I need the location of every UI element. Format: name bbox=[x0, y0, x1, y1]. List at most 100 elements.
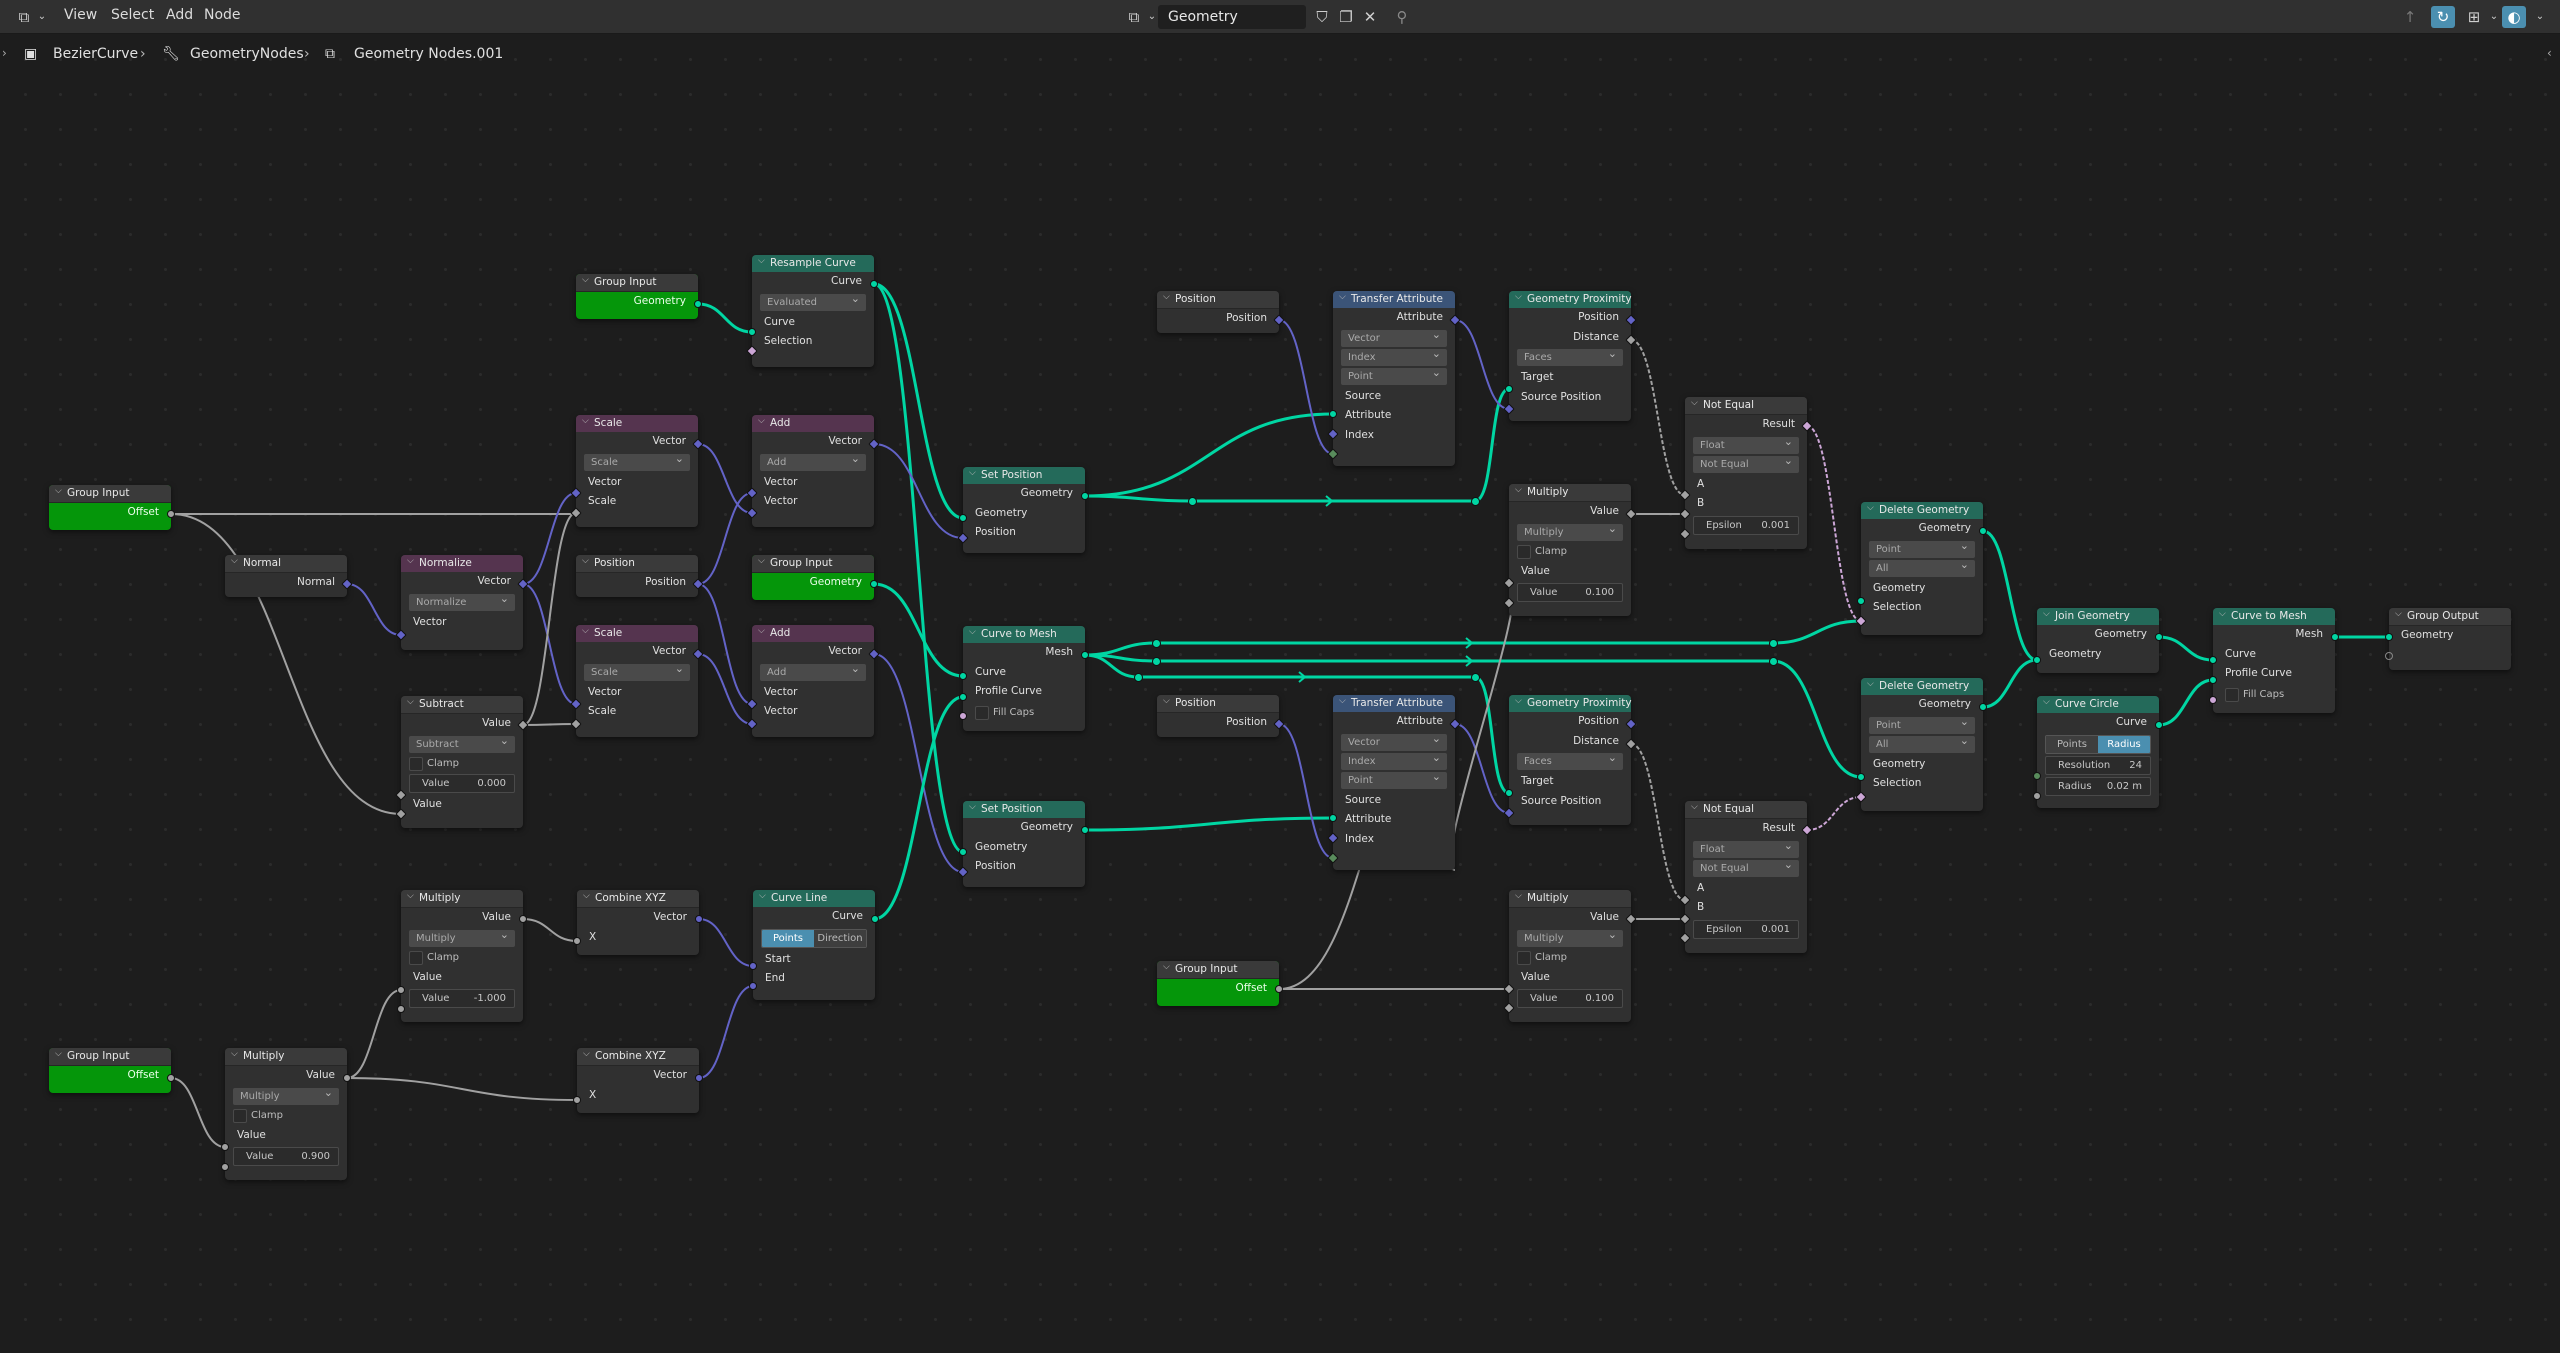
reroute-node[interactable] bbox=[1133, 672, 1143, 682]
value-field[interactable]: Value 0.100 bbox=[1517, 583, 1623, 602]
node-combine-xyz[interactable]: Combine XYZ Vector X bbox=[577, 1046, 699, 1113]
node-not-equal[interactable]: Not Equal Result Float Not Equal A B Eps… bbox=[1685, 395, 1807, 549]
menu-node[interactable]: Node bbox=[204, 7, 241, 23]
collapse-panel-icon[interactable]: ‹ bbox=[2547, 46, 2552, 60]
node-canvas[interactable] bbox=[0, 34, 2560, 1353]
socket-empty[interactable] bbox=[2385, 652, 2393, 660]
socket-flt[interactable] bbox=[167, 510, 175, 518]
fake-user-shield-icon[interactable]: ⛉ bbox=[1310, 6, 1334, 28]
mode-dropdown[interactable]: Evaluated bbox=[760, 290, 866, 311]
radius-field[interactable]: Radius 0.02 m bbox=[2045, 776, 2151, 796]
socket-vec[interactable] bbox=[695, 915, 703, 923]
node-group-input-offset[interactable]: Group Input Offset bbox=[1157, 959, 1279, 1006]
socket-geo[interactable] bbox=[959, 693, 967, 701]
sidebar-toggle-icon[interactable]: › bbox=[2, 46, 7, 60]
operation-dropdown[interactable]: Multiply bbox=[1517, 520, 1623, 541]
node-header[interactable]: Curve to Mesh bbox=[963, 624, 1085, 643]
socket-flt[interactable] bbox=[397, 1005, 405, 1013]
node-geometry-proximity[interactable]: Geometry Proximity Position Distance Fac… bbox=[1509, 693, 1632, 825]
node-header[interactable]: Not Equal bbox=[1685, 395, 1807, 415]
operation-dropdown[interactable]: Add bbox=[760, 660, 866, 681]
socket-flt[interactable] bbox=[1275, 985, 1283, 993]
node-not-equal[interactable]: Not Equal Result Float Not Equal A B Eps… bbox=[1685, 799, 1807, 953]
node-multiply[interactable]: Multiply Value Multiply Clamp Value Valu… bbox=[1509, 888, 1631, 1022]
mode-dropdown[interactable]: All bbox=[1869, 732, 1975, 753]
clamp-checkbox[interactable]: Clamp bbox=[1517, 543, 1623, 560]
node-header[interactable]: Curve to Mesh bbox=[2213, 606, 2335, 625]
node-header[interactable]: Position bbox=[576, 553, 698, 573]
mode-dropdown[interactable]: All bbox=[1869, 556, 1975, 577]
domain-dropdown[interactable]: Point bbox=[1341, 768, 1447, 789]
reroute-node[interactable] bbox=[1768, 656, 1778, 666]
node-header[interactable]: Group Input bbox=[49, 1046, 171, 1066]
operation-dropdown[interactable]: Not Equal bbox=[1693, 452, 1799, 473]
value-field[interactable]: Value -1.000 bbox=[409, 989, 515, 1008]
node-resample-curve[interactable]: Resample Curve Curve Evaluated Curve Sel… bbox=[752, 253, 874, 367]
socket-geo[interactable] bbox=[2155, 633, 2163, 641]
node-header[interactable]: Group Input bbox=[1157, 959, 1279, 979]
node-header[interactable]: Normal bbox=[225, 553, 347, 573]
breadcrumb-modifier[interactable]: GeometryNodes bbox=[190, 46, 304, 62]
node-header[interactable]: Geometry Proximity bbox=[1509, 289, 1632, 308]
duplicate-icon[interactable]: ❐ bbox=[1334, 6, 1358, 28]
operation-dropdown[interactable]: Scale bbox=[584, 660, 690, 681]
socket-geo[interactable] bbox=[1081, 492, 1089, 500]
value-field[interactable]: Value 0.100 bbox=[1517, 989, 1623, 1008]
node-header[interactable]: Multiply bbox=[1509, 888, 1631, 908]
epsilon-field[interactable]: Epsilon 0.001 bbox=[1693, 515, 1799, 535]
node-header[interactable]: Multiply bbox=[1509, 482, 1631, 502]
socket-geo[interactable] bbox=[2331, 633, 2339, 641]
socket-int[interactable] bbox=[2033, 772, 2041, 780]
reroute-node[interactable] bbox=[1470, 672, 1480, 682]
socket-vec[interactable] bbox=[749, 982, 757, 990]
pin-icon[interactable]: ⚲ bbox=[1390, 6, 1414, 28]
node-header[interactable]: Resample Curve bbox=[752, 253, 874, 272]
node-add[interactable]: Add Vector Add Vector Vector bbox=[752, 623, 874, 737]
node-header[interactable]: Join Geometry bbox=[2037, 606, 2159, 625]
socket-bool[interactable] bbox=[959, 712, 967, 720]
socket-geo[interactable] bbox=[959, 672, 967, 680]
node-tree-name-field[interactable]: Geometry Nodes.001 bbox=[1158, 5, 1306, 49]
clamp-checkbox[interactable]: Clamp bbox=[233, 1107, 339, 1124]
node-position[interactable]: Position Position bbox=[576, 553, 698, 597]
node-combine-xyz[interactable]: Combine XYZ Vector X bbox=[577, 888, 699, 955]
node-multiply[interactable]: Multiply Value Multiply Clamp Value Valu… bbox=[1509, 482, 1631, 616]
socket-flt[interactable] bbox=[221, 1163, 229, 1171]
node-header[interactable]: Combine XYZ bbox=[577, 1046, 699, 1066]
node-set-position[interactable]: Set Position Geometry Geometry Position bbox=[963, 799, 1085, 887]
node-set-position[interactable]: Set Position Geometry Geometry Position bbox=[963, 465, 1085, 553]
node-normalize[interactable]: Normalize Vector Normalize Vector bbox=[401, 553, 523, 650]
socket-geo[interactable] bbox=[2209, 676, 2217, 684]
target-element-dropdown[interactable]: Faces bbox=[1517, 345, 1623, 366]
reroute-node[interactable] bbox=[1151, 656, 1161, 666]
socket-geo[interactable] bbox=[1857, 597, 1865, 605]
chevron-down-icon[interactable]: ⌄ bbox=[30, 6, 54, 28]
node-header[interactable]: Delete Geometry bbox=[1861, 500, 1983, 519]
socket-geo[interactable] bbox=[2155, 721, 2163, 729]
node-header[interactable]: Group Output bbox=[2389, 606, 2511, 626]
socket-geo[interactable] bbox=[1081, 651, 1089, 659]
socket-bool[interactable] bbox=[2209, 696, 2217, 704]
socket-flt[interactable] bbox=[343, 1074, 351, 1082]
mode-direction-button[interactable]: Direction bbox=[814, 929, 866, 947]
operation-dropdown[interactable]: Multiply bbox=[233, 1084, 339, 1105]
socket-geo[interactable] bbox=[1979, 703, 1987, 711]
operation-dropdown[interactable]: Scale bbox=[584, 450, 690, 471]
node-curve-to-mesh[interactable]: Curve to Mesh Mesh Curve Profile Curve F… bbox=[963, 624, 1085, 731]
target-element-dropdown[interactable]: Faces bbox=[1517, 749, 1623, 770]
node-header[interactable]: Not Equal bbox=[1685, 799, 1807, 819]
clamp-checkbox[interactable]: Clamp bbox=[409, 949, 515, 966]
socket-geo[interactable] bbox=[694, 300, 702, 308]
node-header[interactable]: Add bbox=[752, 623, 874, 642]
node-normal[interactable]: Normal Normal bbox=[225, 553, 347, 597]
node-header[interactable]: Curve Circle bbox=[2037, 694, 2159, 713]
socket-geo[interactable] bbox=[1505, 789, 1513, 797]
socket-geo[interactable] bbox=[2209, 656, 2217, 664]
epsilon-field[interactable]: Epsilon 0.001 bbox=[1693, 919, 1799, 939]
socket-geo[interactable] bbox=[1979, 527, 1987, 535]
node-scale[interactable]: Scale Vector Scale Vector Scale bbox=[576, 413, 698, 527]
node-delete-geometry[interactable]: Delete Geometry Geometry Point All Geome… bbox=[1861, 500, 1983, 635]
node-header[interactable]: Add bbox=[752, 413, 874, 432]
socket-geo[interactable] bbox=[1081, 826, 1089, 834]
node-header[interactable]: Scale bbox=[576, 413, 698, 432]
